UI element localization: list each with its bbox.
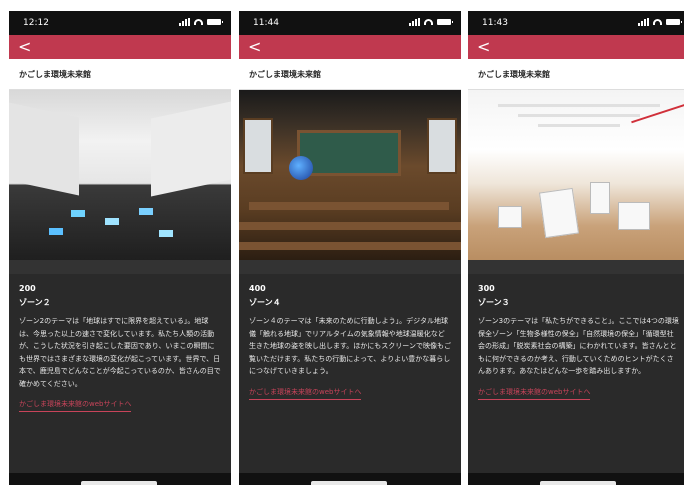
home-indicator[interactable] — [81, 481, 157, 485]
battery-icon — [666, 19, 682, 25]
back-arrow-icon[interactable]: < — [248, 39, 261, 55]
website-link[interactable]: かごしま環境未来館のwebサイトへ — [249, 387, 362, 400]
status-bar: 11:44 — [239, 11, 461, 35]
zone-number: 400 — [249, 284, 266, 293]
zone-description: ゾーン3のテーマは「私たちができること」。ここでは4つの環境保全ゾーン「生物多様… — [478, 317, 679, 375]
status-bar: 11:43 — [468, 11, 684, 35]
zone-photo — [468, 90, 684, 260]
page-header: かごしま環境未来館 — [9, 59, 231, 90]
page-title: かごしま環境未来館 — [19, 69, 91, 79]
zone-number: 200 — [19, 284, 36, 293]
nav-bar: < — [468, 35, 684, 59]
website-link[interactable]: かごしま環境未来館のwebサイトへ — [19, 399, 132, 412]
cellular-signal-icon — [179, 18, 190, 26]
zone-title: ゾーン２ — [19, 298, 51, 307]
zone-title: ゾーン４ — [249, 298, 281, 307]
wifi-icon — [424, 19, 433, 25]
status-bar: 12:12 — [9, 11, 231, 35]
zone-details: 400 ゾーン４ ゾーン４のテーマは「未来のために行動しよう」。デジタル地球儀「… — [239, 274, 461, 400]
zone-description: ゾーン４のテーマは「未来のために行動しよう」。デジタル地球儀「触れる地球」でリア… — [249, 317, 451, 375]
website-link[interactable]: かごしま環境未来館のwebサイトへ — [478, 387, 591, 400]
status-time: 11:43 — [482, 18, 508, 28]
page-header: かごしま環境未来館 — [468, 59, 684, 90]
zone-details: 200 ゾーン２ ゾーン2のテーマは「地球はすでに限界を超えている」。地球は、今… — [9, 274, 231, 412]
home-indicator[interactable] — [311, 481, 387, 485]
back-arrow-icon[interactable]: < — [18, 39, 31, 55]
page-header: かごしま環境未来館 — [239, 59, 461, 90]
status-time: 12:12 — [23, 18, 49, 28]
cellular-signal-icon — [409, 18, 420, 26]
zone-title: ゾーン３ — [478, 298, 510, 307]
bottom-bar — [239, 473, 461, 485]
wifi-icon — [653, 19, 662, 25]
battery-icon — [437, 19, 453, 25]
battery-icon — [207, 19, 223, 25]
phone-screen-zone-4: 11:44 < かごしま環境未来館 400 ゾーン４ ゾーン４のテーマは「未来の… — [239, 11, 461, 485]
cellular-signal-icon — [638, 18, 649, 26]
zone-description: ゾーン2のテーマは「地球はすでに限界を超えている」。地球は、今思った以上の速さで… — [19, 317, 221, 388]
zone-photo — [239, 90, 461, 260]
back-arrow-icon[interactable]: < — [477, 39, 490, 55]
zone-number: 300 — [478, 284, 495, 293]
zone-details: 300 ゾーン３ ゾーン3のテーマは「私たちができること」。ここでは4つの環境保… — [468, 274, 684, 400]
zone-photo — [9, 90, 231, 260]
page-title: かごしま環境未来館 — [478, 69, 550, 79]
page-title: かごしま環境未来館 — [249, 69, 321, 79]
nav-bar: < — [239, 35, 461, 59]
nav-bar: < — [9, 35, 231, 59]
bottom-bar — [468, 473, 684, 485]
phone-screen-zone-2: 12:12 < かごしま環境未来館 200 ゾーン２ ゾーン2のテーマは「地球は… — [9, 11, 231, 485]
bottom-bar — [9, 473, 231, 485]
status-time: 11:44 — [253, 18, 279, 28]
phone-screen-zone-3: 11:43 < かごしま環境未来館 300 ゾーン３ ゾーン3のテーマは「私たち… — [468, 11, 684, 485]
wifi-icon — [194, 19, 203, 25]
home-indicator[interactable] — [540, 481, 616, 485]
